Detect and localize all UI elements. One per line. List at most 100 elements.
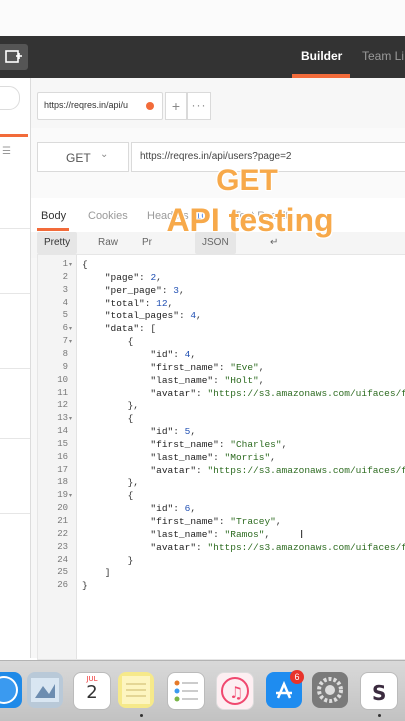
line-number: 17 [57,464,68,475]
code-line: "last_name": "Morris", [150,451,276,463]
code-line: "id": 5, [150,426,197,438]
tab-headers[interactable]: Headers (10) [147,210,211,222]
line-number: 16 [57,451,68,462]
code-line: { [82,490,134,502]
line-number: 3 [62,284,68,295]
method-label: GET [66,151,91,165]
system-preferences-icon[interactable] [312,672,348,708]
sidebar-active-indicator [0,134,28,137]
code-line: "total": 12, [104,297,174,309]
code-line: { [82,259,88,270]
line-number: 20 [57,503,68,514]
preview-app-icon[interactable] [27,672,63,708]
safari-icon[interactable] [0,672,22,708]
line-number-gutter: 1 ▾ 2 3 4 5 6 ▾ 7 ▾ 8 9 10 11 12 13 ▾ 14 15 16 17 18 19 ▾ 20 21 22… [38,255,77,659]
code-line: "avatar": "https://s3.amazonaws.com/uifa… [150,541,405,553]
tab-team-library[interactable]: Team Li [362,49,404,63]
tab-builder[interactable]: Builder [301,49,342,63]
sidebar-divider [0,368,30,369]
code-line: { [82,413,134,425]
format-select[interactable]: JSON [195,232,236,254]
response-body-editor[interactable]: 1 ▾ 2 3 4 5 6 ▾ 7 ▾ 8 9 10 11 12 13 ▾ 14 15 16 17 18 19 ▾ 20 21 22… [37,254,405,660]
sidebar-divider [0,438,30,439]
url-bar: GET ⌄ https://reqres.in/api/users?page=2 [31,128,405,199]
line-number: 21 [57,516,68,526]
line-number: 4 [62,297,68,308]
tab-test-results[interactable]: Test Results [234,210,294,222]
code-line: "data": [ [104,323,157,335]
code-line: "per_page": 3, [104,284,185,296]
more-tabs-button[interactable]: ··· [187,92,211,120]
request-tab[interactable]: https://reqres.in/api/u [37,92,163,120]
music-icon[interactable]: ♫ [216,672,254,710]
code-line: "total_pages": 4, [104,310,202,322]
preview-button[interactable]: Pr [135,232,159,254]
running-indicator [140,714,143,717]
tab-cookies[interactable]: Cookies [88,210,128,222]
line-number: 5 [62,310,68,321]
tab-body[interactable]: Body [41,210,66,222]
svg-text:S: S [372,681,386,705]
method-select[interactable]: GET ⌄ [37,142,129,172]
notes-icon[interactable] [118,672,154,708]
line-number: 23 [57,541,68,552]
slack-icon[interactable]: S [360,672,398,710]
line-number: 19 [57,490,68,501]
code-line: ] [82,567,111,579]
sidebar-search-input[interactable] [0,86,20,110]
app-header: Builder Team Li [0,36,405,78]
code-line: "avatar": "https://s3.amazonaws.com/uifa… [150,464,405,476]
add-tab-button[interactable]: + [165,92,187,120]
tab-headers-label: Headers [147,210,189,222]
line-number: 6 [62,323,68,334]
line-number: 12 [57,400,68,411]
top-strip [0,0,405,36]
sidebar-divider [0,228,30,229]
fold-arrow-icon[interactable]: ▾ [69,325,72,332]
line-number: 8 [62,348,68,359]
sidebar: ☰ [0,78,31,658]
text-cursor-icon: I [300,528,304,541]
sidebar-divider [0,293,30,294]
code-line: "first_name": "Eve", [150,361,265,373]
code-line: } [82,580,88,592]
line-number: 2 [62,271,68,282]
body-active-indicator [37,228,69,231]
url-input[interactable]: https://reqres.in/api/users?page=2 [131,142,405,172]
url-text: https://reqres.in/api/users?page=2 [140,151,292,162]
line-number: 18 [57,477,68,488]
response-tabs: Body Cookies Headers (10) Test Results [31,198,405,233]
new-window-button[interactable] [0,44,28,70]
code-line: "id": 6, [150,503,197,515]
code-line: }, [82,400,140,412]
fold-arrow-icon[interactable]: ▾ [69,338,72,345]
code-line: "id": 4, [150,348,197,360]
fold-arrow-icon[interactable]: ▾ [69,415,72,422]
line-number: 1 [62,259,68,269]
unsaved-dot-icon [146,102,154,110]
calendar-icon[interactable]: JUL 2 [73,672,111,710]
pretty-button[interactable]: Pretty [37,232,78,254]
code-line: }, [82,477,140,489]
line-number: 11 [57,387,68,398]
sidebar-filter-icon[interactable]: ☰ [2,146,11,157]
line-number: 26 [57,580,68,591]
code-line: "first_name": "Charles", [150,438,288,450]
raw-button[interactable]: Raw [91,232,125,254]
fold-arrow-icon[interactable]: ▾ [69,261,72,268]
code-line: "first_name": "Tracey", [150,516,282,527]
request-tabbar: https://reqres.in/api/u + ··· [31,78,405,129]
code-line: } [82,554,134,566]
main-panel: https://reqres.in/api/u + ··· GET ⌄ http… [31,78,405,660]
app-store-badge: 6 [290,670,304,684]
calendar-day: 2 [86,682,98,703]
line-number: 13 [57,413,68,424]
wrap-icon[interactable]: ↵ [263,232,285,254]
code-line: "last_name": "Holt", [150,374,265,386]
line-number: 9 [62,361,68,372]
line-number: 15 [57,438,68,449]
reminders-icon[interactable] [167,672,205,710]
fold-arrow-icon[interactable]: ▾ [69,492,72,499]
line-number: 22 [57,528,68,539]
sidebar-divider [0,513,30,514]
